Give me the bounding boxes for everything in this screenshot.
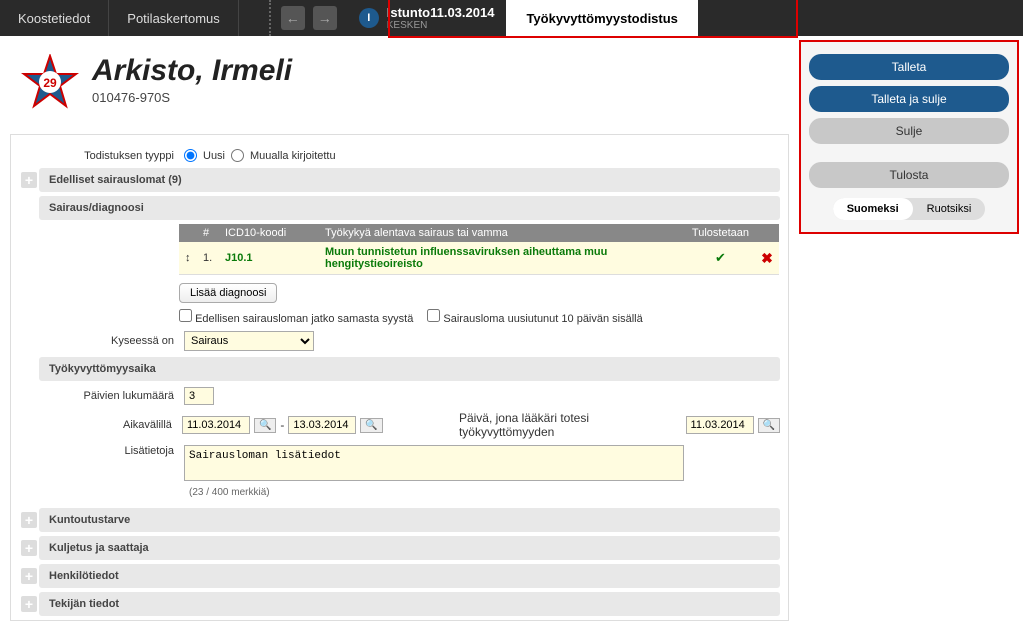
section-period-label: Työkyvyttömyysaika	[49, 363, 156, 375]
date-to-picker-icon[interactable]: 🔍	[360, 418, 382, 433]
type-label: Todistuksen tyyppi	[19, 150, 174, 162]
doctor-date-input[interactable]	[686, 416, 754, 434]
session-status: KESKEN	[387, 20, 495, 31]
date-to-input[interactable]	[288, 416, 356, 434]
radio-muualla-label: Muualla kirjoitettu	[250, 150, 336, 162]
section-prev-sickleave-label: Edelliset sairauslomat (9)	[49, 174, 182, 186]
case-label: Kyseessä on	[19, 335, 174, 347]
extra-label: Lisätietoja	[19, 445, 174, 457]
col-desc: Työkykyä alentava sairaus tai vamma	[319, 224, 686, 242]
diagnosis-table: # ICD10-koodi Työkykyä alentava sairaus …	[179, 224, 779, 275]
days-input[interactable]	[184, 387, 214, 405]
session-box[interactable]: I Istunto11.03.2014 KESKEN	[347, 0, 507, 36]
tab-tyokyvyttomyystodistus[interactable]: Työkyvyttömyystodistus	[506, 0, 697, 36]
radio-uusi[interactable]	[184, 149, 197, 162]
expand-icon[interactable]: +	[21, 172, 37, 188]
section-personal[interactable]: + Henkilötiedot	[39, 564, 780, 588]
tab-potilaskertomus[interactable]: Potilaskertomus	[109, 0, 238, 36]
topbar: Koostetiedot Potilaskertomus ← → I Istun…	[0, 0, 1023, 36]
patient-id: 010476-970S	[92, 90, 292, 105]
patient-name: Arkisto, Irmeli	[92, 54, 292, 88]
row-desc: Muun tunnistetun influenssaviruksen aihe…	[319, 242, 686, 275]
session-circle-icon: I	[359, 8, 379, 28]
table-row[interactable]: ↕ 1. J10.1 Muun tunnistetun influenssavi…	[179, 242, 779, 275]
svg-text:29: 29	[43, 76, 57, 90]
patient-header: 29 Arkisto, Irmeli 010476-970S	[10, 46, 789, 134]
section-period[interactable]: Työkyvyttömyysaika	[39, 357, 780, 381]
row-num: 1.	[197, 242, 219, 275]
right-panel: Talleta Talleta ja sulje Sulje Tulosta S…	[799, 40, 1019, 234]
drag-handle-icon[interactable]: ↕	[179, 242, 197, 275]
range-label: Aikavälillä	[19, 419, 172, 431]
close-button[interactable]: Sulje	[809, 118, 1009, 144]
logo-icon: 29	[18, 54, 82, 118]
char-count: (23 / 400 merkkiä)	[189, 487, 780, 498]
section-prev-sickleave[interactable]: + Edelliset sairauslomat (9)	[39, 168, 780, 192]
range-sep: -	[280, 418, 284, 432]
expand-icon[interactable]: +	[21, 596, 37, 612]
days-label: Päivien lukumäärä	[19, 390, 174, 402]
section-author[interactable]: + Tekijän tiedot	[39, 592, 780, 616]
section-rehab[interactable]: + Kuntoutustarve	[39, 508, 780, 532]
lang-fi-button[interactable]: Suomeksi	[833, 198, 913, 220]
expand-icon[interactable]: +	[21, 512, 37, 528]
col-icd: ICD10-koodi	[219, 224, 319, 242]
tab-koostetiedot[interactable]: Koostetiedot	[0, 0, 109, 36]
case-select[interactable]: Sairaus	[184, 331, 314, 351]
nav-back-icon[interactable]: ←	[281, 6, 305, 30]
main-content: 29 Arkisto, Irmeli 010476-970S Todistuks…	[0, 36, 799, 631]
chk-continuation[interactable]	[179, 309, 192, 322]
chk-renewed[interactable]	[427, 309, 440, 322]
radio-muualla[interactable]	[231, 149, 244, 162]
add-diagnosis-button[interactable]: Lisää diagnoosi	[179, 283, 277, 303]
col-print: Tulostetaan	[686, 224, 755, 242]
date-from-picker-icon[interactable]: 🔍	[254, 418, 276, 433]
section-transport-label: Kuljetus ja saattaja	[49, 542, 149, 554]
lang-sv-button[interactable]: Ruotsiksi	[913, 198, 986, 220]
radio-uusi-label: Uusi	[203, 150, 225, 162]
date-from-input[interactable]	[182, 416, 250, 434]
section-diagnosis[interactable]: Sairaus/diagnoosi	[39, 196, 780, 220]
section-diagnosis-label: Sairaus/diagnoosi	[49, 202, 144, 214]
section-author-label: Tekijän tiedot	[49, 598, 119, 610]
save-button[interactable]: Talleta	[809, 54, 1009, 80]
row-icd: J10.1	[219, 242, 319, 275]
chk-continuation-label: Edellisen sairausloman jatko samasta syy…	[195, 313, 413, 325]
section-personal-label: Henkilötiedot	[49, 570, 119, 582]
chk-renewed-label: Sairausloma uusiutunut 10 päivän sisällä	[443, 313, 642, 325]
doctor-date-picker-icon[interactable]: 🔍	[758, 418, 780, 433]
doctor-date-label: Päivä, jona lääkäri totesi työkyvyttömyy…	[459, 411, 682, 439]
print-button[interactable]: Tulosta	[809, 162, 1009, 188]
form-area: Todistuksen tyyppi Uusi Muualla kirjoite…	[10, 134, 789, 621]
check-icon[interactable]: ✔	[715, 250, 726, 265]
session-title: Istunto11.03.2014	[387, 5, 495, 20]
language-toggle: Suomeksi Ruotsiksi	[833, 198, 986, 220]
section-rehab-label: Kuntoutustarve	[49, 514, 130, 526]
expand-icon[interactable]: +	[21, 540, 37, 556]
extra-textarea[interactable]	[184, 445, 684, 481]
nav-forward-icon[interactable]: →	[313, 6, 337, 30]
expand-icon[interactable]: +	[21, 568, 37, 584]
section-transport[interactable]: + Kuljetus ja saattaja	[39, 536, 780, 560]
save-close-button[interactable]: Talleta ja sulje	[809, 86, 1009, 112]
col-num: #	[197, 224, 219, 242]
delete-icon[interactable]: ✖	[761, 250, 773, 266]
nav-arrows: ← →	[269, 0, 347, 36]
